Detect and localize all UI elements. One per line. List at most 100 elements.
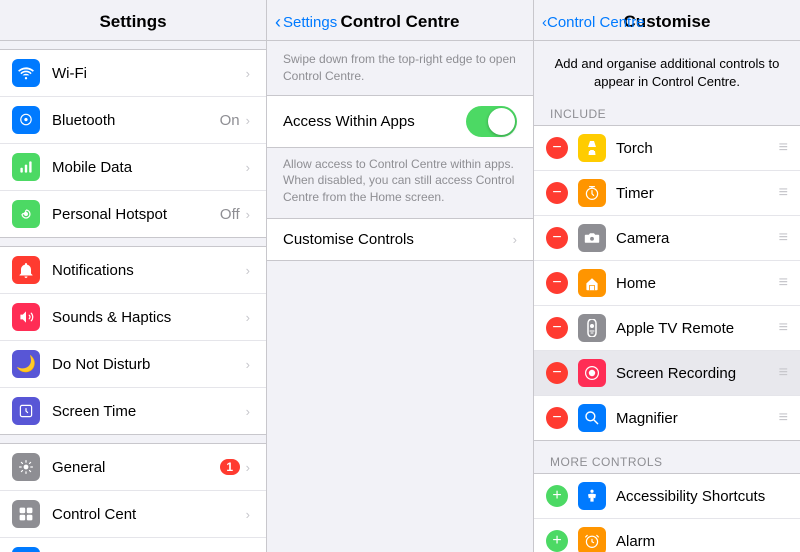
hotspot-icon xyxy=(12,200,40,228)
customise-chevron: › xyxy=(513,232,517,247)
mobiledata-chevron: › xyxy=(246,160,250,175)
notifications-label: Notifications xyxy=(52,262,246,279)
notifications-chevron: › xyxy=(246,263,250,278)
toggle-description: Allow access to Control Centre within ap… xyxy=(267,148,533,218)
torch-icon xyxy=(578,134,606,162)
controlcentre-panel: ‹ Settings Control Centre Swipe down fro… xyxy=(267,0,534,552)
screentime-chevron: › xyxy=(246,404,250,419)
controlcentre-icon xyxy=(12,500,40,528)
screenrecording-label: Screen Recording xyxy=(616,365,779,382)
control-item-alarm: + Alarm xyxy=(534,519,800,552)
screentime-icon xyxy=(12,397,40,425)
add-accessibility-button[interactable]: + xyxy=(546,485,568,507)
controlcentre-title: Control Centre xyxy=(341,12,460,32)
settings-header: Settings xyxy=(0,0,266,41)
controlcentre-back-button[interactable]: ‹ Settings xyxy=(275,12,337,33)
sounds-chevron: › xyxy=(246,310,250,325)
bluetooth-value: On xyxy=(220,112,240,129)
camera-label: Camera xyxy=(616,230,779,247)
controlcentre-header: ‹ Settings Control Centre xyxy=(267,0,533,41)
remove-magnifier-button[interactable]: − xyxy=(546,407,568,429)
sounds-label: Sounds & Haptics xyxy=(52,309,246,326)
toggle-label: Access Within Apps xyxy=(283,113,466,130)
settings-item-wifi[interactable]: Wi-Fi › xyxy=(0,50,266,97)
accessibility-icon xyxy=(578,482,606,510)
customise-back-button[interactable]: ‹ Control Centre xyxy=(542,14,645,31)
back-label: Settings xyxy=(283,14,337,31)
bluetooth-chevron: › xyxy=(246,113,250,128)
home-label: Home xyxy=(616,275,779,292)
screenrecording-drag-handle[interactable]: ≡ xyxy=(779,364,788,382)
toggle-knob xyxy=(488,108,515,135)
customise-panel: ‹ Control Centre Customise Add and organ… xyxy=(534,0,800,552)
remove-home-button[interactable]: − xyxy=(546,272,568,294)
control-item-appletvremote: − Apple TV Remote ≡ xyxy=(534,306,800,351)
wifi-icon xyxy=(12,59,40,87)
settings-item-hotspot[interactable]: Personal Hotspot Off › xyxy=(0,191,266,237)
control-item-torch: − Torch ≡ xyxy=(534,126,800,171)
magnifier-drag-handle[interactable]: ≡ xyxy=(779,409,788,427)
mobiledata-icon xyxy=(12,153,40,181)
bluetooth-icon: ☉ xyxy=(12,106,40,134)
camera-icon xyxy=(578,224,606,252)
donotdisturb-label: Do Not Disturb xyxy=(52,356,246,373)
control-item-timer: − Timer ≡ xyxy=(534,171,800,216)
remove-torch-button[interactable]: − xyxy=(546,137,568,159)
hotspot-value: Off xyxy=(220,206,240,223)
settings-item-controlcentre[interactable]: Control Cent › xyxy=(0,491,266,538)
wifi-label: Wi-Fi xyxy=(52,65,246,82)
settings-item-screentime[interactable]: Screen Time › xyxy=(0,388,266,434)
sounds-icon xyxy=(12,303,40,331)
torch-drag-handle[interactable]: ≡ xyxy=(779,139,788,157)
camera-drag-handle[interactable]: ≡ xyxy=(779,229,788,247)
hotspot-label: Personal Hotspot xyxy=(52,206,220,223)
remove-appletvremote-button[interactable]: − xyxy=(546,317,568,339)
donotdisturb-chevron: › xyxy=(246,357,250,372)
settings-item-notifications[interactable]: Notifications › xyxy=(0,247,266,294)
general-chevron: › xyxy=(246,460,250,475)
remove-screenrecording-button[interactable]: − xyxy=(546,362,568,384)
screentime-label: Screen Time xyxy=(52,403,246,420)
remove-camera-button[interactable]: − xyxy=(546,227,568,249)
bluetooth-label: Bluetooth xyxy=(52,112,220,129)
include-control-list: − Torch ≡ − Timer ≡ − Camer xyxy=(534,125,800,441)
controlcentre-label: Control Cent xyxy=(52,506,246,523)
home-drag-handle[interactable]: ≡ xyxy=(779,274,788,292)
appletvremote-icon xyxy=(578,314,606,342)
settings-item-bluetooth[interactable]: ☉ Bluetooth On › xyxy=(0,97,266,144)
control-item-home: − Home ≡ xyxy=(534,261,800,306)
alarm-label: Alarm xyxy=(616,533,788,550)
appletvremote-drag-handle[interactable]: ≡ xyxy=(779,319,788,337)
back-chevron-icon: ‹ xyxy=(275,12,281,33)
customise-back-label: Control Centre xyxy=(547,14,645,31)
general-icon xyxy=(12,453,40,481)
settings-item-mobiledata[interactable]: Mobile Data › xyxy=(0,144,266,191)
control-item-magnifier: − Magnifier ≡ xyxy=(534,396,800,440)
remove-timer-button[interactable]: − xyxy=(546,182,568,204)
timer-label: Timer xyxy=(616,185,779,202)
access-within-apps-toggle[interactable] xyxy=(466,106,517,137)
settings-panel: Settings Wi-Fi › ☉ Bluetooth On › Mobile… xyxy=(0,0,267,552)
add-alarm-button[interactable]: + xyxy=(546,530,568,552)
timer-drag-handle[interactable]: ≡ xyxy=(779,184,788,202)
screenrecording-icon xyxy=(578,359,606,387)
accessibility-label: Accessibility Shortcuts xyxy=(616,488,788,505)
more-controls-section-header: MORE CONTROLS xyxy=(534,449,800,473)
donotdisturb-icon: 🌙 xyxy=(12,350,40,378)
settings-item-general[interactable]: General 1 › xyxy=(0,444,266,491)
notifications-icon xyxy=(12,256,40,284)
home-icon xyxy=(578,269,606,297)
appletvremote-label: Apple TV Remote xyxy=(616,320,779,337)
settings-item-display[interactable]: AA Display & Brightness › xyxy=(0,538,266,552)
settings-item-sounds[interactable]: Sounds & Haptics › xyxy=(0,294,266,341)
control-item-accessibility: + Accessibility Shortcuts xyxy=(534,474,800,519)
general-label: General xyxy=(52,459,220,476)
settings-group-notifications: Notifications › Sounds & Haptics › 🌙 Do … xyxy=(0,246,266,435)
mobiledata-label: Mobile Data xyxy=(52,159,246,176)
general-badge: 1 xyxy=(220,459,240,475)
customise-controls-row[interactable]: Customise Controls › xyxy=(267,218,533,261)
settings-item-donotdisturb[interactable]: 🌙 Do Not Disturb › xyxy=(0,341,266,388)
settings-group-network: Wi-Fi › ☉ Bluetooth On › Mobile Data › P… xyxy=(0,49,266,238)
display-icon: AA xyxy=(12,547,40,552)
customise-label: Customise Controls xyxy=(283,231,513,248)
